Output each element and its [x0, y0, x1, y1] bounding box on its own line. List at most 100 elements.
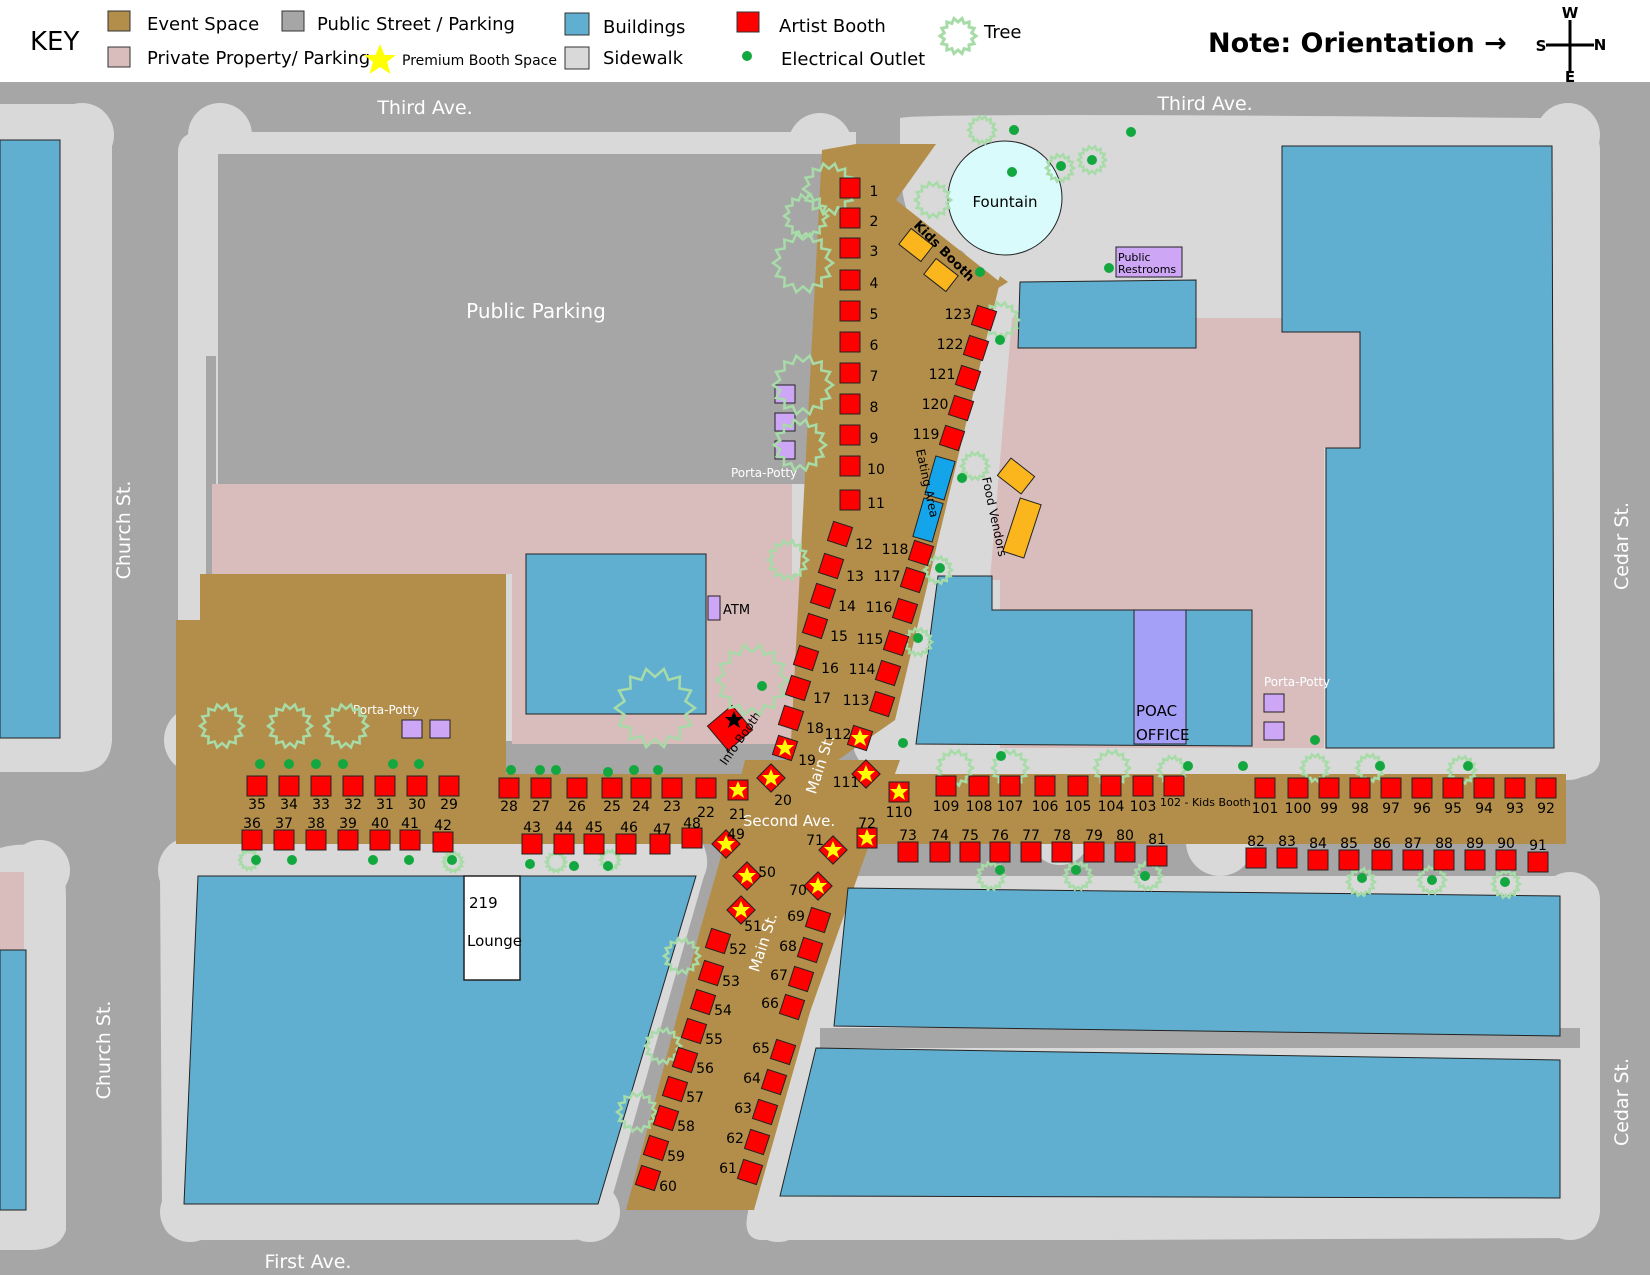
artist-booth-28[interactable]: 28 [498, 777, 520, 815]
booth-square[interactable] [1051, 841, 1073, 863]
artist-booth-89[interactable]: 89 [1464, 836, 1486, 871]
artist-booth-35[interactable]: 35 [246, 775, 268, 813]
artist-booth-41[interactable]: 41 [399, 816, 421, 851]
artist-booth-32[interactable]: 32 [342, 775, 364, 813]
booth-square[interactable] [273, 829, 295, 851]
artist-booth-31[interactable]: 31 [374, 775, 396, 813]
booth-square[interactable] [1020, 841, 1042, 863]
artist-booth-39[interactable]: 39 [337, 816, 359, 851]
artist-booth-84[interactable]: 84 [1307, 836, 1329, 871]
booth-square[interactable] [968, 775, 990, 797]
artist-booth-88[interactable]: 88 [1433, 836, 1455, 871]
booth-square[interactable] [1338, 849, 1360, 871]
artist-booth-38[interactable]: 38 [305, 816, 327, 851]
booth-square[interactable] [839, 269, 861, 291]
booth-square[interactable] [839, 489, 861, 511]
artist-booth-91[interactable]: 91 [1527, 838, 1549, 873]
artist-booth-107[interactable]: 107 [997, 775, 1024, 815]
booth-square[interactable] [310, 775, 332, 797]
artist-booth-25[interactable]: 25 [601, 777, 623, 815]
booth-square[interactable] [615, 833, 637, 855]
artist-booth-99[interactable]: 99 [1318, 777, 1340, 817]
booth-square[interactable] [1380, 777, 1402, 799]
booth-square[interactable] [1254, 777, 1276, 799]
booth-square[interactable] [935, 775, 957, 797]
booth-square[interactable] [369, 829, 391, 851]
booth-square[interactable] [432, 831, 454, 853]
artist-booth-85[interactable]: 85 [1338, 836, 1360, 871]
booth-square[interactable] [1100, 775, 1122, 797]
artist-booth-74[interactable]: 74 [929, 828, 951, 863]
artist-booth-104[interactable]: 104 [1098, 775, 1125, 815]
artist-booth-98[interactable]: 98 [1349, 777, 1371, 817]
artist-booth-102[interactable] [1163, 775, 1185, 797]
artist-booth-78[interactable]: 78 [1051, 828, 1073, 863]
booth-square[interactable] [498, 777, 520, 799]
artist-booth-36[interactable]: 36 [241, 816, 263, 851]
artist-booth-73[interactable]: 73 [897, 828, 919, 863]
booth-square[interactable] [1464, 849, 1486, 871]
artist-booth-37[interactable]: 37 [273, 816, 295, 851]
artist-booth-44[interactable]: 44 [553, 820, 575, 855]
artist-booth-82[interactable]: 82 [1245, 834, 1267, 869]
booth-square[interactable] [406, 775, 428, 797]
booth-square[interactable] [530, 777, 552, 799]
booth-square[interactable] [241, 829, 263, 851]
artist-booth-95[interactable]: 95 [1442, 777, 1464, 817]
artist-booth-43[interactable]: 43 [521, 820, 543, 855]
booth-square[interactable] [1245, 847, 1267, 869]
booth-square[interactable] [1067, 775, 1089, 797]
artist-booth-86[interactable]: 86 [1371, 836, 1393, 871]
artist-booth-34[interactable]: 34 [278, 775, 300, 813]
artist-booth-80[interactable]: 80 [1114, 828, 1136, 863]
artist-booth-23[interactable]: 23 [661, 777, 683, 815]
artist-booth-106[interactable]: 106 [1032, 775, 1059, 815]
booth-square[interactable] [1402, 849, 1424, 871]
artist-booth-94[interactable]: 94 [1473, 777, 1495, 817]
booth-square[interactable] [1442, 777, 1464, 799]
booth-square[interactable] [1114, 841, 1136, 863]
artist-booth-24[interactable]: 24 [630, 777, 652, 815]
booth-square[interactable] [1307, 849, 1329, 871]
artist-booth-110[interactable]: 110 [886, 781, 913, 821]
booth-square[interactable] [1132, 775, 1154, 797]
artist-booth-87[interactable]: 87 [1402, 836, 1424, 871]
booth-square[interactable] [566, 777, 588, 799]
booth-square[interactable] [839, 455, 861, 477]
booth-square[interactable] [1411, 777, 1433, 799]
booth-square[interactable] [929, 841, 951, 863]
booth-square[interactable] [374, 775, 396, 797]
booth-square[interactable] [1371, 849, 1393, 871]
booth-square[interactable] [1495, 849, 1517, 871]
booth-square[interactable] [337, 829, 359, 851]
booth-square[interactable] [1276, 847, 1298, 869]
booth-square[interactable] [1473, 777, 1495, 799]
artist-booth-45[interactable]: 45 [583, 820, 605, 855]
artist-booth-76[interactable]: 76 [989, 828, 1011, 863]
booth-square[interactable] [1146, 845, 1168, 867]
artist-booth-40[interactable]: 40 [369, 816, 391, 851]
artist-booth-77[interactable]: 77 [1020, 828, 1042, 863]
booth-square[interactable] [1083, 841, 1105, 863]
booth-square[interactable] [278, 775, 300, 797]
booth-square[interactable] [305, 829, 327, 851]
artist-booth-101[interactable]: 101 [1252, 777, 1279, 817]
artist-booth-79[interactable]: 79 [1083, 828, 1105, 863]
artist-booth-42[interactable]: 42 [432, 818, 454, 853]
booth-square[interactable] [839, 300, 861, 322]
booth-square[interactable] [399, 829, 421, 851]
booth-square[interactable] [1163, 775, 1185, 797]
booth-square[interactable] [1527, 851, 1549, 873]
booth-square[interactable] [1034, 775, 1056, 797]
artist-booth-81[interactable]: 81 [1146, 832, 1168, 867]
artist-booth-108[interactable]: 108 [966, 775, 993, 815]
booth-square[interactable] [583, 833, 605, 855]
booth-square[interactable] [989, 841, 1011, 863]
booth-square[interactable] [897, 841, 919, 863]
artist-booth-90[interactable]: 90 [1495, 836, 1517, 871]
booth-square[interactable] [695, 777, 717, 799]
artist-booth-48[interactable]: 48 [681, 816, 703, 849]
artist-booth-46[interactable]: 46 [615, 820, 638, 855]
booth-square[interactable] [839, 393, 861, 415]
booth-square[interactable] [1535, 777, 1557, 799]
